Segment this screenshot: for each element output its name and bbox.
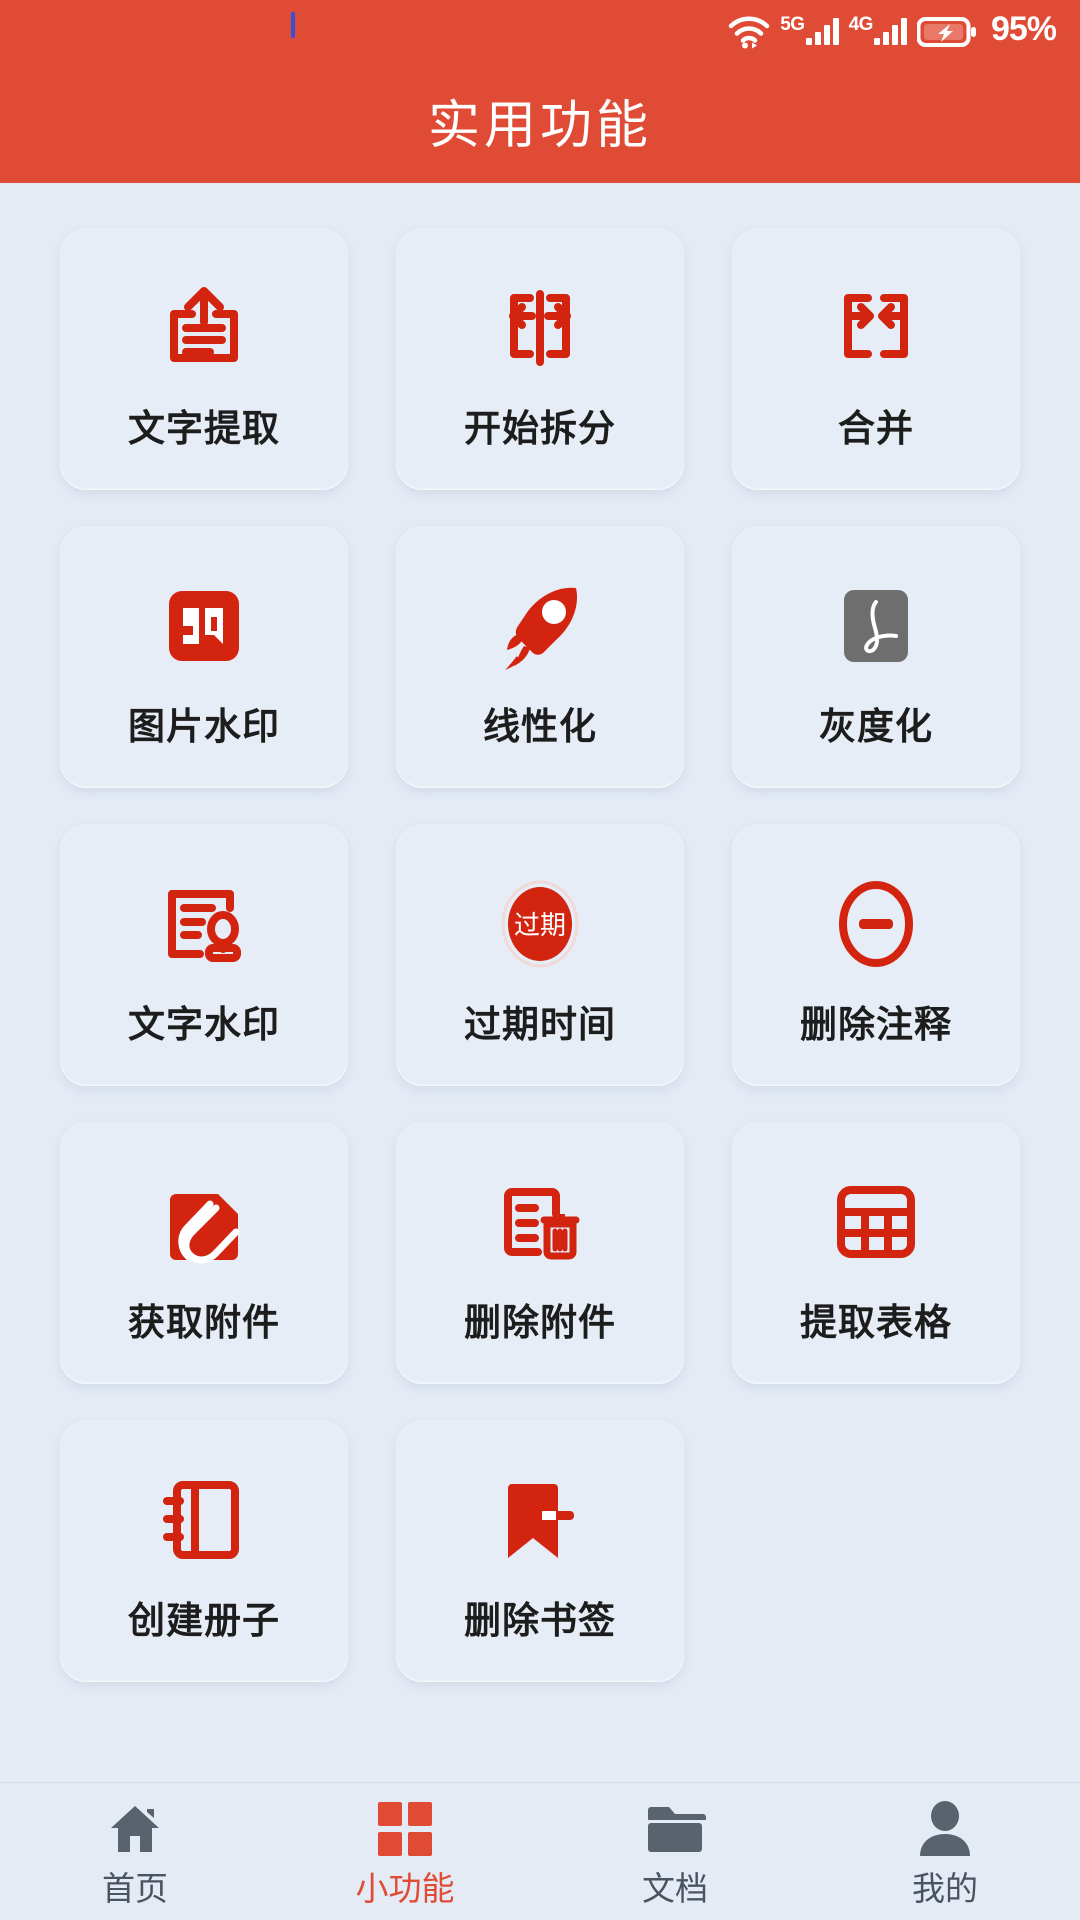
svg-text:过期: 过期: [514, 910, 566, 940]
nav-item-home[interactable]: 首页: [0, 1783, 270, 1920]
tool-card-expiry[interactable]: 过期 过期时间: [396, 824, 684, 1086]
tool-label: 线性化: [483, 705, 597, 747]
bookmark-remove-icon: [484, 1464, 596, 1576]
nav-item-profile[interactable]: 我的: [810, 1783, 1080, 1920]
home-icon: [104, 1798, 166, 1860]
battery-percent-label: 95%: [990, 10, 1057, 48]
paperclip-attachment-icon: [148, 1166, 260, 1278]
tool-label: 文字提取: [128, 407, 280, 449]
page-title: 实用功能: [427, 97, 652, 155]
tool-label: 灰度化: [819, 705, 933, 747]
merge-pages-icon: [820, 272, 932, 384]
tool-card-merge[interactable]: 合并: [732, 228, 1020, 490]
tool-card-delete-bookmark[interactable]: 删除书签: [396, 1420, 684, 1682]
tool-label: 文字水印: [128, 1003, 280, 1045]
tool-label: 删除注释: [800, 1003, 952, 1045]
tool-card-split[interactable]: 开始拆分: [396, 228, 684, 490]
network-indicator-4g: 4G: [849, 13, 907, 45]
tool-label: 获取附件: [128, 1301, 280, 1343]
wifi-icon: [728, 9, 770, 49]
nav-label: 首页: [102, 1870, 168, 1907]
tool-label: 删除附件: [464, 1301, 616, 1343]
tool-card-get-attachments[interactable]: 获取附件: [60, 1122, 348, 1384]
person-icon: [916, 1798, 974, 1860]
tool-label: 创建册子: [128, 1599, 280, 1641]
folder-icon: [644, 1798, 706, 1860]
document-upload-icon: [148, 272, 260, 384]
grid-apps-icon: [376, 1798, 434, 1860]
tool-card-remove-annotations[interactable]: 删除注释: [732, 824, 1020, 1086]
remove-circle-icon: [820, 868, 932, 980]
tool-card-linearize[interactable]: 线性化: [396, 526, 684, 788]
tool-card-grayscale[interactable]: 灰度化: [732, 526, 1020, 788]
tool-card-image-watermark[interactable]: 图片水印: [60, 526, 348, 788]
seal-stamp-icon: [148, 570, 260, 682]
app-header: 实用功能: [0, 58, 1080, 183]
booklet-icon: [148, 1464, 260, 1576]
tool-label: 删除书签: [464, 1599, 616, 1641]
rocket-icon: [484, 570, 596, 682]
text-cursor-marker: [291, 12, 295, 38]
nav-item-documents[interactable]: 文档: [540, 1783, 810, 1920]
network-5g-label: 5G: [780, 14, 805, 35]
battery-charging-icon: [916, 9, 977, 49]
tool-label: 合并: [838, 407, 914, 449]
status-bar: 5G 4G 95%: [0, 0, 1080, 58]
tool-label: 图片水印: [128, 705, 280, 747]
nav-label: 文档: [642, 1870, 708, 1907]
tool-label: 提取表格: [800, 1301, 952, 1343]
tool-card-create-booklet[interactable]: 创建册子: [60, 1420, 348, 1682]
tool-card-text-extract[interactable]: 文字提取: [60, 228, 348, 490]
tool-label: 过期时间: [464, 1003, 616, 1045]
table-grid-icon: [820, 1166, 932, 1278]
document-stamp-icon: [148, 868, 260, 980]
expiry-badge-icon: 过期: [484, 868, 596, 980]
tool-label: 开始拆分: [464, 407, 616, 449]
tool-card-extract-table[interactable]: 提取表格: [732, 1122, 1020, 1384]
signal-bars-4g: [873, 13, 907, 45]
bottom-navigation-bar[interactable]: 首页 小功能 文档 我的: [0, 1782, 1080, 1920]
tools-grid[interactable]: 文字提取 开始拆分 合并 图片水印 线性化 灰度化 文字水印 过期 过期时间 删…: [0, 183, 1080, 1782]
signal-bars-5g: [805, 13, 839, 45]
pdf-grayscale-icon: [820, 570, 932, 682]
tool-card-delete-attachments[interactable]: 删除附件: [396, 1122, 684, 1384]
split-pages-icon: [484, 272, 596, 384]
nav-label: 我的: [912, 1870, 978, 1907]
document-trash-icon: [484, 1166, 596, 1278]
tool-card-text-watermark[interactable]: 文字水印: [60, 824, 348, 1086]
network-indicator-5g: 5G: [780, 13, 839, 45]
nav-item-tools[interactable]: 小功能: [270, 1783, 540, 1920]
nav-label: 小功能: [355, 1870, 455, 1907]
network-4g-label: 4G: [848, 14, 874, 35]
